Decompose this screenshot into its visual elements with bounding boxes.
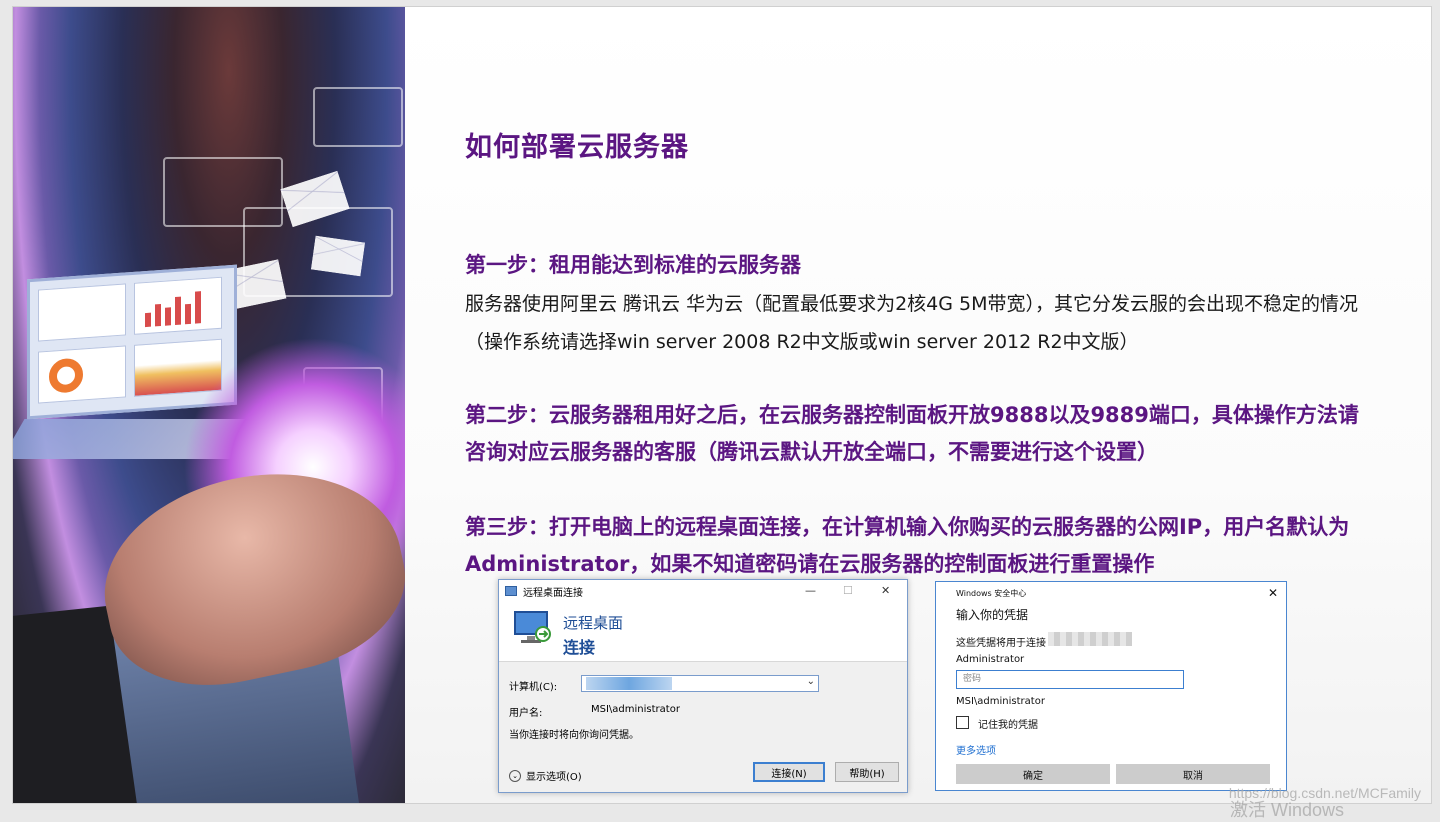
password-input[interactable]: 密码 (956, 670, 1184, 689)
rdp-window-title: 远程桌面连接 (523, 587, 583, 599)
help-button[interactable]: 帮助(H) (835, 762, 899, 782)
step2-heading: 第二步：云服务器租用好之后，在云服务器控制面板开放9888以及9889端口，具体… (465, 403, 1359, 464)
show-options-toggle[interactable]: ⌄ 显示选项(O) (509, 768, 582, 783)
show-options-label: 显示选项(O) (526, 772, 582, 783)
computer-combobox[interactable]: ⌄ (581, 675, 819, 692)
rdp-close-button[interactable]: ✕ (881, 584, 890, 597)
username-label: 用户名: (509, 708, 543, 719)
step3-heading: 第三步：打开电脑上的远程桌面连接，在计算机输入你购买的云服务器的公网IP，用户名… (465, 515, 1350, 576)
ok-button[interactable]: 确定 (956, 764, 1110, 784)
rdp-minimize-button[interactable]: — (805, 584, 816, 597)
connect-button[interactable]: 连接(N) (753, 762, 825, 782)
step1-text: 服务器使用阿里云 腾讯云 华为云（配置最低要求为2核4G 5M带宽），其它分发云… (465, 293, 1359, 353)
remember-label: 记住我的凭据 (978, 720, 1038, 731)
rdp-maximize-button[interactable]: ☐ (843, 584, 853, 597)
rdp-banner-line1: 远程桌面 (563, 614, 624, 632)
rdp-app-icon (505, 586, 517, 596)
credentials-dialog: Windows 安全中心 ✕ 输入你的凭据 这些凭据将用于连接 Administ… (935, 581, 1287, 791)
redacted-ip (586, 677, 672, 690)
more-options-link[interactable]: 更多选项 (956, 742, 996, 757)
activate-windows-watermark: 激活 Windows (1230, 800, 1345, 820)
hero-image (13, 7, 405, 803)
presentation-slide: 如何部署云服务器 第一步：租用能达到标准的云服务器 服务器使用阿里云 腾讯云 华… (12, 6, 1432, 804)
security-header: Windows 安全中心 (956, 589, 1027, 598)
account-name: Administrator (956, 654, 1025, 665)
rdp-dialog: 远程桌面连接 — ☐ ✕ 远程桌面 连接 计算机(C): ⌄ 用户名: MSI\… (498, 579, 908, 793)
cancel-button[interactable]: 取消 (1116, 764, 1270, 784)
close-icon[interactable]: ✕ (1268, 586, 1278, 600)
chevron-circle-icon: ⌄ (509, 769, 521, 782)
credentials-used-for: 这些凭据将用于连接 (956, 638, 1046, 649)
monitor-icon (514, 611, 551, 643)
chevron-down-icon[interactable]: ⌄ (807, 676, 815, 687)
slide-title: 如何部署云服务器 (465, 132, 689, 163)
computer-label: 计算机(C): (509, 682, 558, 693)
username-value: MSI\administrator (591, 704, 680, 715)
alt-account-name: MSI\administrator (956, 696, 1045, 707)
step1-heading: 第一步：租用能达到标准的云服务器 (465, 253, 801, 277)
rdp-banner: 远程桌面 连接 (499, 602, 907, 662)
rdp-banner-line2: 连接 (563, 638, 596, 657)
redacted-address (1048, 632, 1132, 646)
credentials-note: 当你连接时将向你询问凭据。 (509, 730, 639, 741)
credentials-heading: 输入你的凭据 (956, 608, 1029, 622)
remember-checkbox[interactable] (956, 716, 969, 729)
